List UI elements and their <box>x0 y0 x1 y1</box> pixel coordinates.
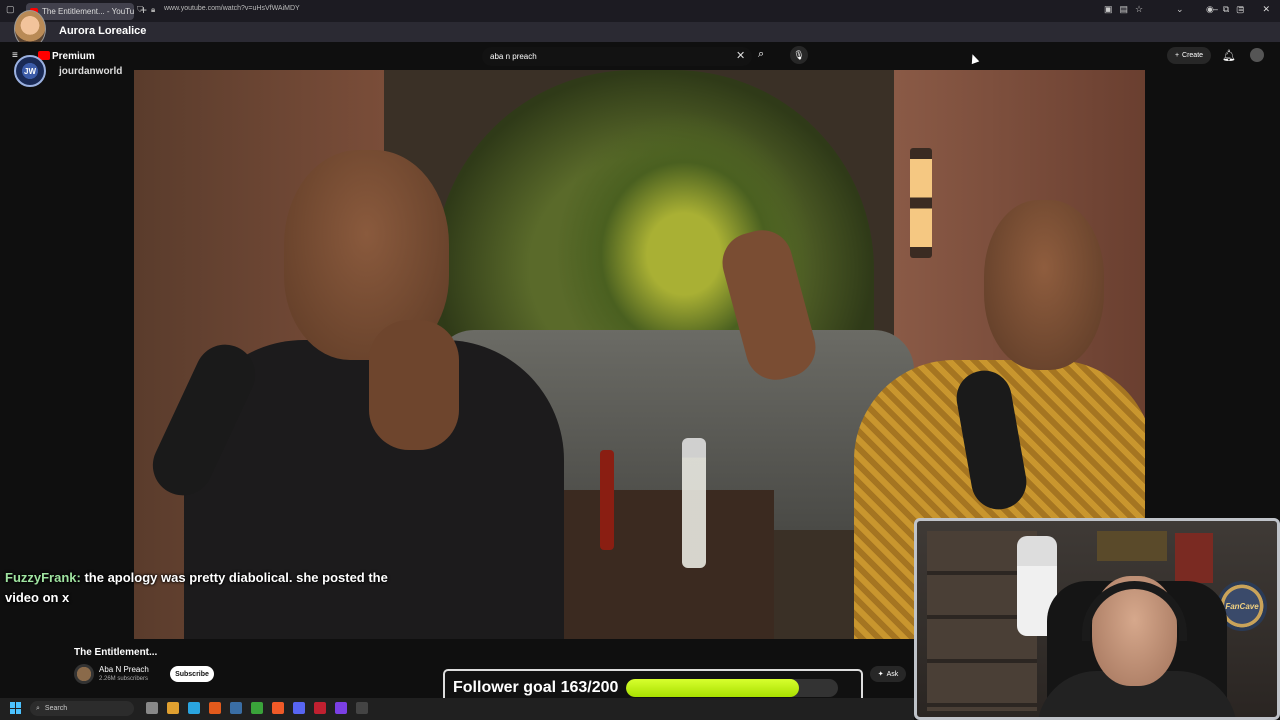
subscriber-count: 2.26M subscribers <box>99 676 149 682</box>
webcam-poster <box>1097 531 1167 561</box>
create-button[interactable]: + Create <box>1167 47 1211 64</box>
screen: ▢ The Entitlement... - YouTub ✕ + ⌄ – ▢ … <box>0 0 1280 720</box>
taskbar-search-placeholder: Search <box>44 705 68 712</box>
browser-extensions: ◉ ⧉ ≡ <box>1206 4 1244 15</box>
ask-button[interactable]: ✦ Ask <box>870 666 906 682</box>
app-icon[interactable] <box>314 702 326 714</box>
terminal-icon[interactable] <box>356 702 368 714</box>
lock-icon[interactable]: 🔒︎ <box>151 5 155 15</box>
subscribe-button[interactable]: Subscribe <box>170 666 214 682</box>
video-title: The Entitlement... <box>74 647 158 658</box>
follower-goal-label: Follower goal 163/200 <box>453 678 619 696</box>
channel-logo-badge: JW <box>14 55 46 87</box>
tab-list-chevron-icon[interactable]: ⌄ <box>1176 4 1184 15</box>
follower-goal-fill <box>626 678 800 697</box>
host-right-head <box>984 200 1104 370</box>
hamburger-menu-icon[interactable]: ≡ <box>12 50 18 61</box>
picture-in-picture-icon[interactable]: ▣ <box>1104 4 1113 15</box>
task-view-icon[interactable] <box>146 702 158 714</box>
windows-taskbar <box>0 698 914 720</box>
ask-label: Ask <box>886 670 899 678</box>
xbox-icon[interactable] <box>251 702 263 714</box>
streamer-name: Aurora Lorealice <box>59 25 147 37</box>
channel-avatar[interactable] <box>74 664 94 684</box>
channel-overlay-name: jourdanworld <box>59 66 123 77</box>
file-explorer-icon[interactable] <box>167 702 179 714</box>
url-field[interactable]: www.youtube.com/watch?v=uHsVfWAiMDY <box>164 5 300 12</box>
microphone-icon[interactable]: 🎙︎ <box>790 46 808 64</box>
notifications-bell-icon[interactable]: 🔔︎ <box>1222 49 1236 62</box>
bookmark-star-icon[interactable]: ☆ <box>1135 4 1143 15</box>
follower-goal-bar <box>626 678 839 697</box>
url-actions: ▣ ▤ ☆ <box>1104 4 1143 15</box>
webcam-poster <box>1175 533 1213 583</box>
clear-search-icon[interactable]: ✕ <box>736 49 745 62</box>
obs-icon[interactable] <box>335 702 347 714</box>
channel-title[interactable]: Aba N Preach <box>99 665 149 674</box>
firefox-icon[interactable] <box>209 702 221 714</box>
streamer-webcam: FanCave <box>914 518 1280 720</box>
video-scene-bottle-water <box>682 438 706 568</box>
puzzle-icon[interactable]: ⧉ <box>1223 4 1229 15</box>
browser-url-bar <box>0 22 1280 42</box>
plus-icon: + <box>1174 52 1180 59</box>
chat-username: FuzzyFrank: <box>5 570 81 585</box>
hamburger-menu-icon[interactable]: ≡ <box>1238 4 1243 15</box>
taskbar-search-input[interactable]: ⌕ Search <box>30 701 134 716</box>
sparkle-icon: ✦ <box>877 671 884 678</box>
youtube-premium-label[interactable]: Premium <box>52 51 95 62</box>
discord-icon[interactable] <box>293 702 305 714</box>
url-security-icons: ⛉ 🔒︎ <box>137 5 155 15</box>
create-label: Create <box>1182 52 1204 59</box>
host-left-hand <box>369 320 459 450</box>
steam-icon[interactable] <box>230 702 242 714</box>
close-window-button[interactable]: ✕ <box>1262 4 1270 15</box>
search-query: aba n preach <box>490 52 537 61</box>
tab-title: The Entitlement... - YouTub <box>42 7 134 16</box>
search-input[interactable]: aba n preach <box>482 47 752 66</box>
search-icon[interactable]: ⌕ <box>758 48 764 61</box>
chat-message: FuzzyFrank: the apology was pretty diabo… <box>5 568 425 608</box>
edge-browser-icon[interactable] <box>188 702 200 714</box>
search-icon: ⌕ <box>36 704 40 712</box>
windows-start-icon[interactable] <box>10 702 22 714</box>
account-avatar[interactable] <box>1250 48 1264 62</box>
taskbar-apps <box>146 702 368 714</box>
tab-sidebar-icon[interactable]: ▢ <box>6 4 15 15</box>
video-scene-bottle-red <box>600 450 614 550</box>
shield-icon[interactable]: ⛉ <box>137 5 143 15</box>
brave-icon[interactable] <box>272 702 284 714</box>
extension-icon[interactable]: ◉ <box>1206 4 1214 15</box>
reader-view-icon[interactable]: ▤ <box>1120 4 1129 15</box>
